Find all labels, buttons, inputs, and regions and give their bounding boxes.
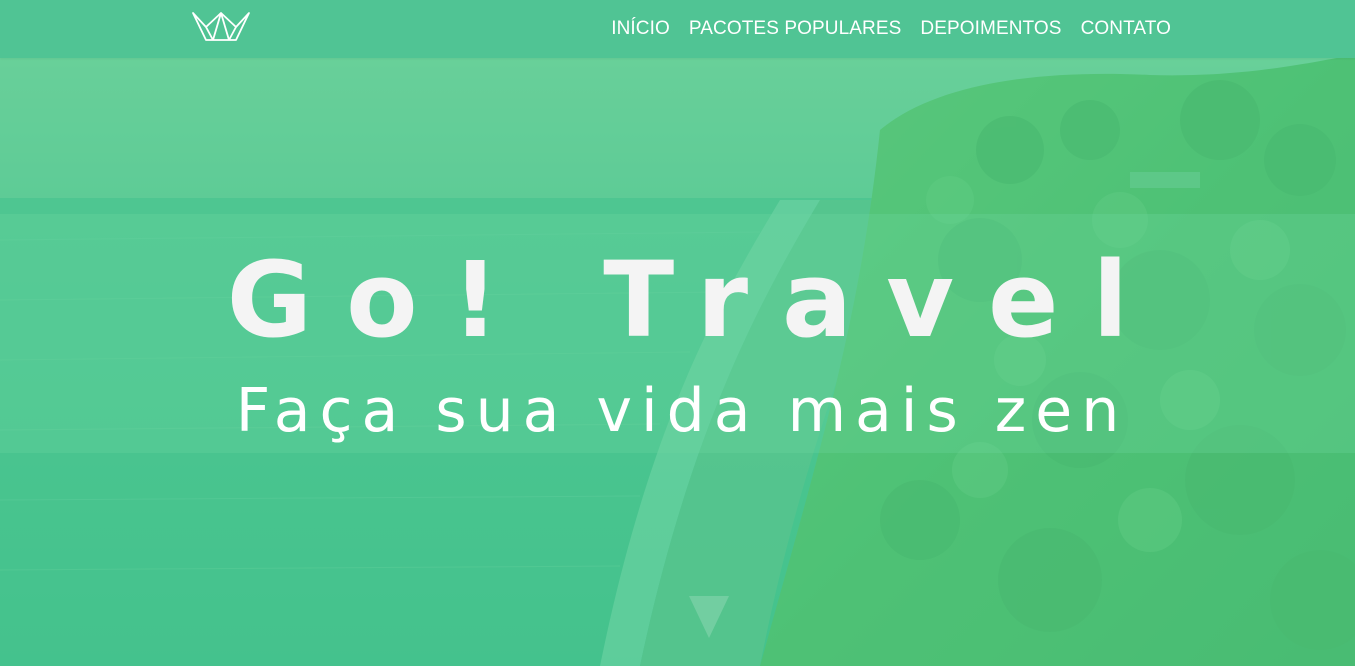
nav-item-contato: CONTATO [1081,18,1171,40]
crown-icon[interactable] [191,11,251,43]
triangle-down-icon[interactable] [689,596,729,638]
landing-page: Go! Travel Faça sua vida mais zen INÍCIO… [0,0,1355,666]
nav-link-depoimentos[interactable]: DEPOIMENTOS [920,18,1061,39]
nav-item-pacotes: PACOTES POPULARES [689,18,902,40]
nav-link-pacotes-populares[interactable]: PACOTES POPULARES [689,18,902,39]
nav-item-inicio: INÍCIO [611,18,670,40]
nav-link-inicio[interactable]: INÍCIO [611,18,670,39]
nav-item-depoimentos: DEPOIMENTOS [920,18,1061,40]
hero-subtitle: Faça sua vida mais zen [235,376,1129,446]
hero-title: Go! Travel [226,239,1163,361]
navbar: INÍCIO PACOTES POPULARES DEPOIMENTOS CON… [0,0,1355,58]
nav-link-contato[interactable]: CONTATO [1081,18,1171,39]
nav-menu: INÍCIO PACOTES POPULARES DEPOIMENTOS CON… [611,0,1171,58]
